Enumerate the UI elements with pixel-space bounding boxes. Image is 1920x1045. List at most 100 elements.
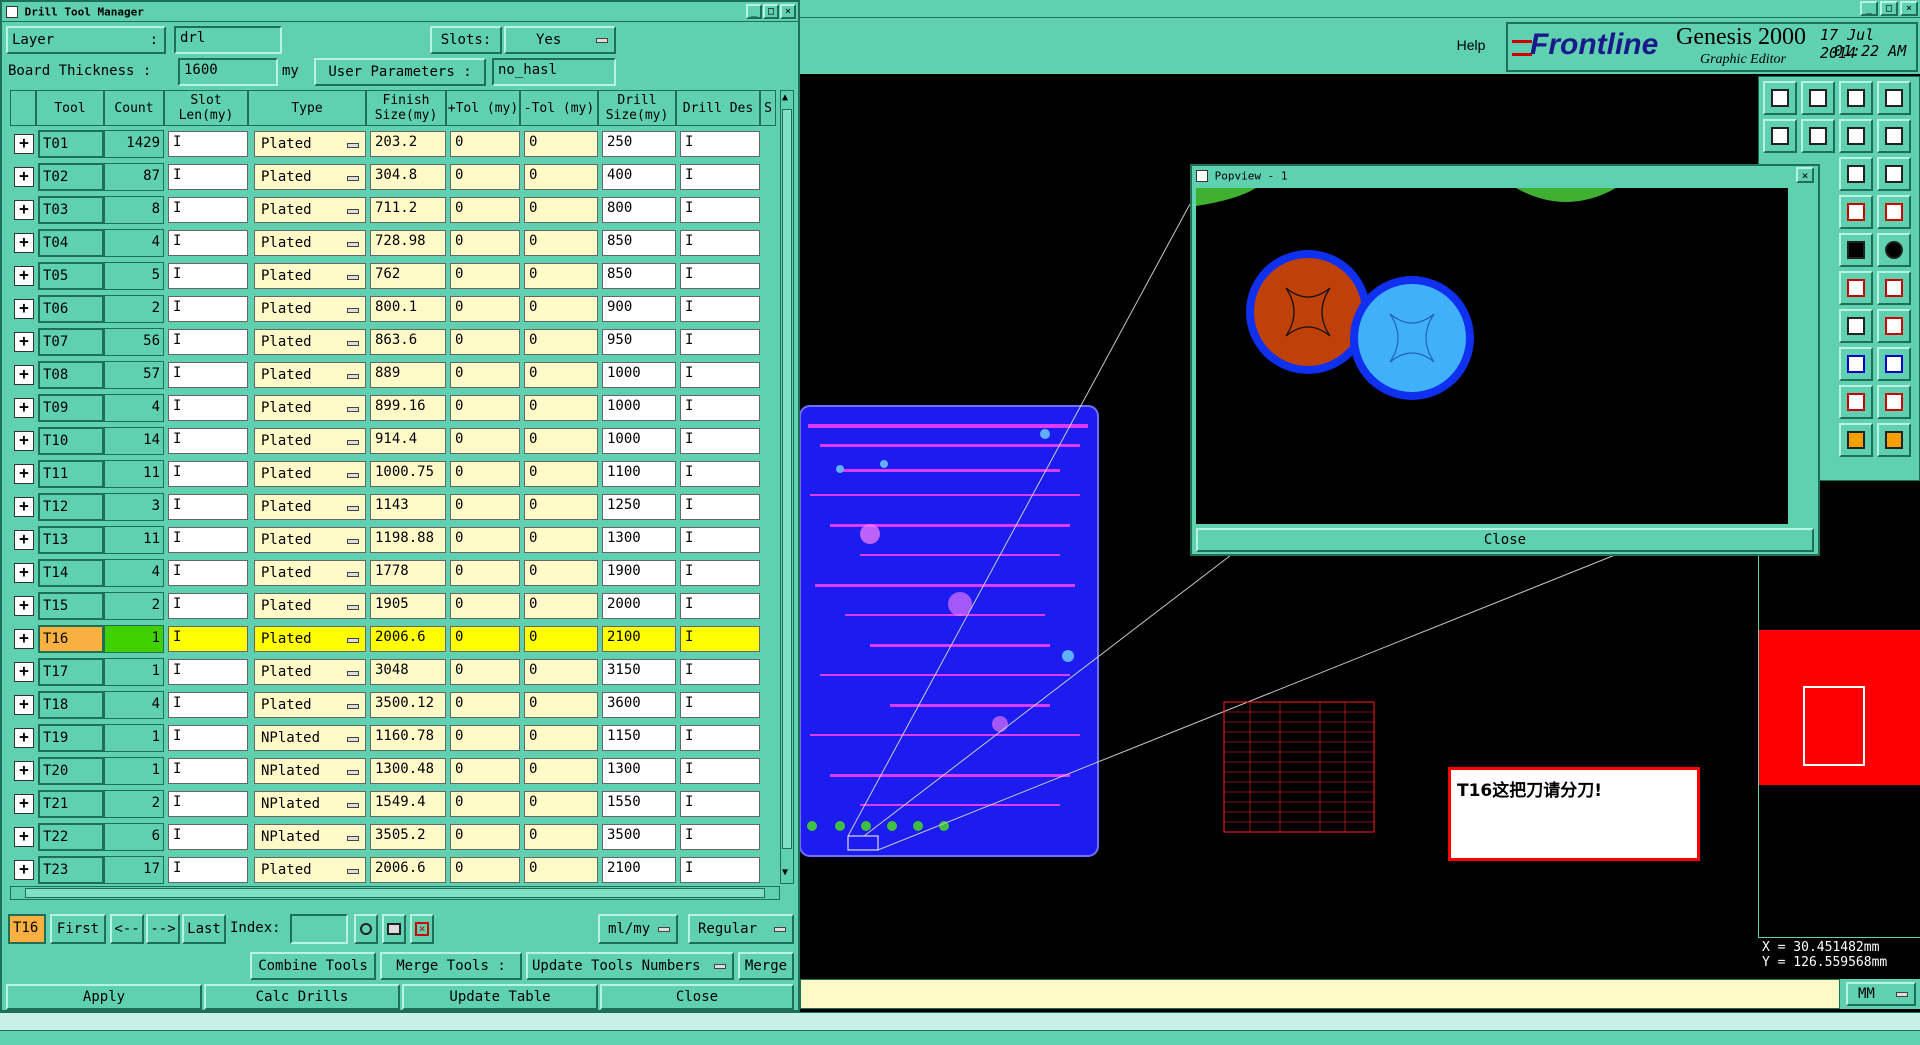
popview-menu-icon[interactable]: [1196, 170, 1208, 182]
toolbar-btn-4[interactable]: [1877, 81, 1911, 115]
toolbar-btn-12[interactable]: [1877, 195, 1911, 229]
row-expand-icon[interactable]: +: [14, 398, 34, 418]
drill-size-field[interactable]: 250: [602, 131, 676, 157]
plus-tol-field[interactable]: 0: [450, 230, 520, 256]
drill-size-field[interactable]: 1000: [602, 362, 676, 388]
drill-size-field[interactable]: 1000: [602, 395, 676, 421]
drill-des-field[interactable]: I: [680, 461, 760, 487]
plus-tol-field[interactable]: 0: [450, 692, 520, 718]
table-row[interactable]: + T10 14 I Plated 914.4 0 0 1000 I: [10, 425, 776, 458]
drill-size-field[interactable]: 850: [602, 230, 676, 256]
finish-size-field[interactable]: 728.98: [370, 230, 446, 256]
minus-tol-field[interactable]: 0: [524, 395, 598, 421]
drill-size-field[interactable]: 1300: [602, 527, 676, 553]
table-row[interactable]: + T17 1 I Plated 3048 0 0 3150 I: [10, 656, 776, 689]
type-select[interactable]: NPlated: [254, 725, 366, 751]
table-row[interactable]: + T05 5 I Plated 762 0 0 850 I: [10, 260, 776, 293]
user-parameters-field[interactable]: no_hasl: [492, 58, 616, 86]
popview-close-button[interactable]: Close: [1196, 528, 1814, 552]
drill-des-field[interactable]: I: [680, 659, 760, 685]
finish-size-field[interactable]: 1000.75: [370, 461, 446, 487]
finish-size-field[interactable]: 1198.88: [370, 527, 446, 553]
minus-tol-field[interactable]: 0: [524, 230, 598, 256]
drill-size-field[interactable]: 1900: [602, 560, 676, 586]
merge-button[interactable]: Merge: [738, 952, 794, 980]
table-row[interactable]: + T04 4 I Plated 728.98 0 0 850 I: [10, 227, 776, 260]
minus-tol-field[interactable]: 0: [524, 659, 598, 685]
drill-des-field[interactable]: I: [680, 494, 760, 520]
slot-len-field[interactable]: I: [168, 824, 248, 850]
type-select[interactable]: Plated: [254, 428, 366, 454]
toolbar-btn-5[interactable]: [1763, 119, 1797, 153]
minus-tol-field[interactable]: 0: [524, 164, 598, 190]
finish-size-field[interactable]: 800.1: [370, 296, 446, 322]
slot-len-field[interactable]: I: [168, 725, 248, 751]
finish-size-field[interactable]: 899.16: [370, 395, 446, 421]
last-button[interactable]: Last: [182, 914, 226, 944]
table-row[interactable]: + T09 4 I Plated 899.16 0 0 1000 I: [10, 392, 776, 425]
drill-des-field[interactable]: I: [680, 296, 760, 322]
drill-size-field[interactable]: 1150: [602, 725, 676, 751]
finish-size-field[interactable]: 711.2: [370, 197, 446, 223]
type-select[interactable]: Plated: [254, 131, 366, 157]
scroll-thumb[interactable]: [782, 109, 792, 849]
finish-size-field[interactable]: 2006.6: [370, 857, 446, 883]
row-expand-icon[interactable]: +: [14, 200, 34, 220]
finish-size-field[interactable]: 304.8: [370, 164, 446, 190]
table-row[interactable]: + T11 11 I Plated 1000.75 0 0 1100 I: [10, 458, 776, 491]
drill-des-field[interactable]: I: [680, 362, 760, 388]
finish-size-field[interactable]: 1549.4: [370, 791, 446, 817]
row-expand-icon[interactable]: +: [14, 167, 34, 187]
table-hscrollbar[interactable]: [10, 886, 780, 900]
tool-id[interactable]: T02: [38, 163, 104, 191]
table-row[interactable]: + T13 11 I Plated 1198.88 0 0 1300 I: [10, 524, 776, 557]
tool-id[interactable]: T01: [38, 130, 104, 158]
slot-len-field[interactable]: I: [168, 494, 248, 520]
toolbar-btn-21[interactable]: [1839, 385, 1873, 419]
type-select[interactable]: NPlated: [254, 758, 366, 784]
slots-select[interactable]: Yes: [504, 26, 616, 54]
toolbar-btn-2[interactable]: [1801, 81, 1835, 115]
board-thickness-field[interactable]: 1600: [178, 58, 278, 86]
table-row[interactable]: + T02 87 I Plated 304.8 0 0 400 I: [10, 161, 776, 194]
row-expand-icon[interactable]: +: [14, 662, 34, 682]
type-select[interactable]: Plated: [254, 692, 366, 718]
type-select[interactable]: Plated: [254, 329, 366, 355]
minus-tol-field[interactable]: 0: [524, 197, 598, 223]
popview-canvas[interactable]: [1196, 188, 1788, 524]
dialog-maximize-button[interactable]: □: [763, 4, 779, 19]
plus-tol-field[interactable]: 0: [450, 428, 520, 454]
toolbar-btn-8[interactable]: [1877, 119, 1911, 153]
table-row[interactable]: + T03 8 I Plated 711.2 0 0 800 I: [10, 194, 776, 227]
finish-size-field[interactable]: 2006.6: [370, 626, 446, 652]
slot-len-field[interactable]: I: [168, 626, 248, 652]
row-expand-icon[interactable]: +: [14, 332, 34, 352]
finish-size-field[interactable]: 3048: [370, 659, 446, 685]
type-select[interactable]: Plated: [254, 560, 366, 586]
update-table-button[interactable]: Update Table: [402, 984, 598, 1010]
type-select[interactable]: Plated: [254, 230, 366, 256]
minus-tol-field[interactable]: 0: [524, 560, 598, 586]
row-expand-icon[interactable]: +: [14, 629, 34, 649]
tool-id[interactable]: T11: [38, 460, 104, 488]
type-select[interactable]: NPlated: [254, 824, 366, 850]
tool-id[interactable]: T21: [38, 790, 104, 818]
minus-tol-field[interactable]: 0: [524, 362, 598, 388]
minus-tol-field[interactable]: 0: [524, 131, 598, 157]
drill-des-field[interactable]: I: [680, 131, 760, 157]
row-expand-icon[interactable]: +: [14, 563, 34, 583]
combine-tools-button[interactable]: Combine Tools: [250, 952, 376, 980]
type-select[interactable]: Plated: [254, 263, 366, 289]
type-select[interactable]: Plated: [254, 395, 366, 421]
drill-des-field[interactable]: I: [680, 329, 760, 355]
drill-size-field[interactable]: 2100: [602, 857, 676, 883]
tool-id[interactable]: T06: [38, 295, 104, 323]
drill-des-field[interactable]: I: [680, 395, 760, 421]
minus-tol-field[interactable]: 0: [524, 857, 598, 883]
drill-des-field[interactable]: I: [680, 197, 760, 223]
drill-des-field[interactable]: I: [680, 857, 760, 883]
index-field[interactable]: [290, 914, 348, 944]
scroll-down-icon[interactable]: ▼: [782, 867, 788, 878]
tool-id[interactable]: T16: [38, 625, 104, 653]
toolbar-btn-11[interactable]: [1839, 195, 1873, 229]
